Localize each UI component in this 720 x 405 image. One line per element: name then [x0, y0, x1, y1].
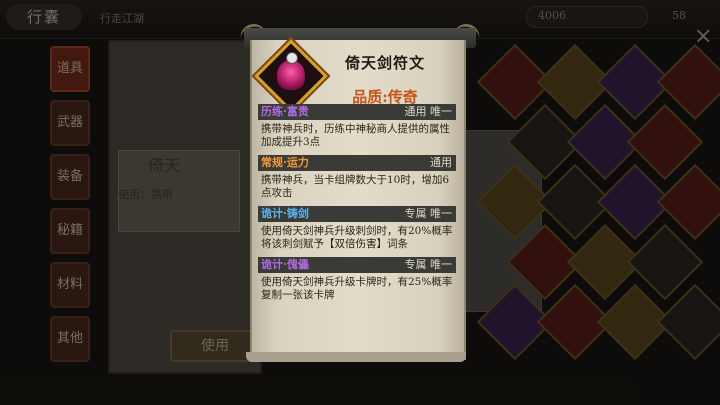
effect-section: 历练·富贵 通用 唯一 携带神兵时，历练中神秘商人提供的属性加成提升3点: [258, 104, 456, 149]
effect-tag: 通用: [430, 156, 452, 169]
effect-tag: 专属 唯一: [404, 258, 453, 271]
effect-name: 诡计·傀儡: [261, 258, 309, 271]
effect-name: 常规·运力: [261, 156, 309, 169]
effect-description: 携带神兵时，历练中神秘商人提供的属性加成提升3点: [261, 123, 450, 148]
effect-section: 常规·运力 通用 携带神兵，当卡组牌数大于10时，增加6点攻击: [258, 155, 456, 200]
effect-description: 使用倚天剑神兵升级刺剑时，有20%概率将该刺剑赋予【双倍伤害】词条: [261, 225, 453, 250]
effect-header: 诡计·铸剑 专属 唯一: [258, 206, 456, 222]
rune-icon: [277, 60, 305, 90]
effect-section: 诡计·傀儡 专属 唯一 使用倚天剑神兵升级卡牌时，有25%概率复制一张该卡牌: [258, 257, 456, 302]
effect-tag: 通用 唯一: [404, 105, 453, 118]
effect-name: 诡计·铸剑: [261, 207, 309, 220]
item-name: 倚天剑符文: [344, 54, 425, 72]
effect-description: 携带神兵，当卡组牌数大于10时，增加6点攻击: [261, 174, 450, 199]
rune-tag-icon: [286, 52, 298, 64]
effect-section: 诡计·铸剑 专属 唯一 使用倚天剑神兵升级刺剑时，有20%概率将该刺剑赋予【双倍…: [258, 206, 456, 251]
effect-tag: 专属 唯一: [404, 207, 453, 220]
scroll-bottom-rod: [246, 352, 466, 362]
effect-description: 使用倚天剑神兵升级卡牌时，有25%概率复制一张该卡牌: [261, 276, 453, 301]
effect-name: 历练·富贵: [261, 105, 309, 118]
effect-header: 常规·运力 通用: [258, 155, 456, 171]
effect-header: 诡计·傀儡 专属 唯一: [258, 257, 456, 273]
effect-header: 历练·富贵 通用 唯一: [258, 104, 456, 120]
